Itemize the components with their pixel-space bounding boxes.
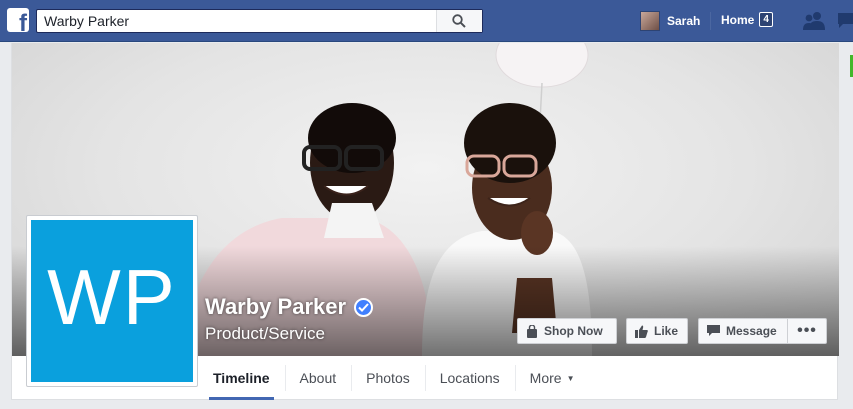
- tab-more[interactable]: More ▼: [514, 356, 590, 400]
- tab-timeline-label: Timeline: [213, 370, 270, 386]
- page-title-row: Warby Parker: [205, 294, 374, 320]
- nav-divider: [710, 12, 711, 30]
- tab-timeline[interactable]: Timeline: [198, 356, 285, 400]
- chevron-down-icon: ▼: [566, 373, 575, 383]
- messages-icon[interactable]: [836, 11, 853, 36]
- facebook-logo-icon[interactable]: f: [7, 8, 29, 32]
- nav-home-link[interactable]: Home 4: [721, 12, 773, 27]
- page-category[interactable]: Product/Service: [205, 324, 325, 344]
- tab-more-label: More: [529, 370, 562, 386]
- tab-about[interactable]: About: [284, 356, 352, 400]
- top-navigation-bar: f Sarah Home 4: [0, 0, 853, 42]
- search-input[interactable]: [37, 10, 437, 32]
- profile-picture[interactable]: WP: [26, 215, 198, 387]
- search-button[interactable]: [436, 10, 482, 32]
- verified-badge-icon: [354, 297, 374, 317]
- home-count-badge: 4: [759, 12, 773, 27]
- search-box: [36, 9, 483, 33]
- shopping-bag-icon: [527, 324, 537, 338]
- shop-now-button[interactable]: Shop Now: [517, 318, 617, 344]
- page-title[interactable]: Warby Parker: [205, 294, 346, 320]
- brand-logo-initials: WP: [47, 253, 177, 341]
- right-sidebar-edge: [842, 43, 853, 409]
- tab-locations[interactable]: Locations: [424, 356, 515, 400]
- message-bubble-icon: [707, 325, 720, 336]
- search-icon: [452, 14, 466, 28]
- shop-now-label: Shop Now: [544, 324, 603, 338]
- friend-requests-icon[interactable]: [803, 11, 825, 36]
- nav-user-profile[interactable]: Sarah: [640, 10, 700, 32]
- page-header-card: WP Warby Parker Product/Service Shop Now…: [11, 43, 839, 400]
- thumbs-up-icon: [635, 325, 648, 338]
- more-options-button[interactable]: •••: [787, 318, 827, 344]
- tab-about-label: About: [299, 370, 337, 386]
- tab-photos-label: Photos: [366, 370, 410, 386]
- message-label: Message: [726, 324, 777, 338]
- like-label: Like: [654, 324, 679, 338]
- nav-user-name: Sarah: [667, 14, 701, 28]
- avatar: [640, 11, 660, 31]
- nav-home-label: Home: [721, 12, 755, 27]
- more-dots-icon: •••: [797, 322, 817, 339]
- message-button[interactable]: Message: [698, 318, 787, 344]
- tab-photos[interactable]: Photos: [351, 356, 425, 400]
- like-button[interactable]: Like: [626, 318, 688, 344]
- page-tabs: Timeline About Photos Locations More ▼: [198, 356, 590, 400]
- brand-logo-tile: WP: [31, 220, 193, 382]
- tab-locations-label: Locations: [439, 370, 500, 386]
